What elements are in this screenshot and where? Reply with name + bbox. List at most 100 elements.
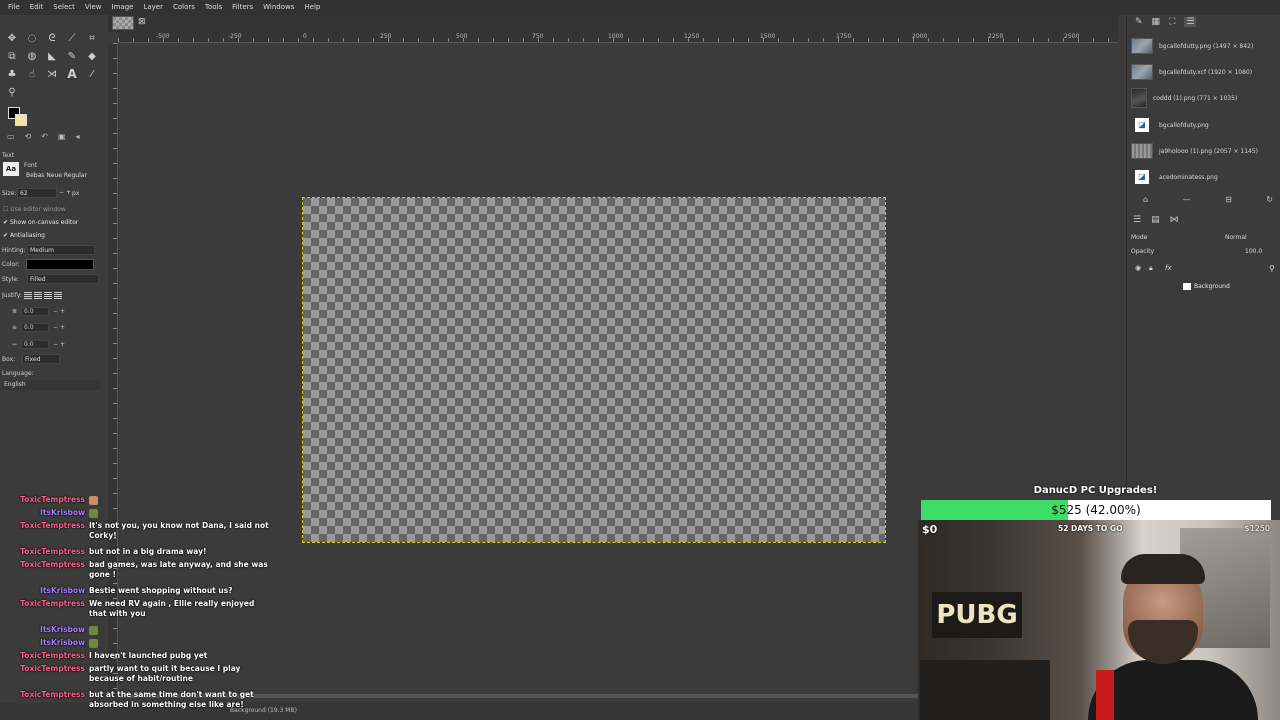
use-editor-checkbox[interactable]: ☐ Use editor window: [3, 206, 66, 213]
color-picker-icon[interactable]: ⁄: [83, 66, 101, 82]
document-item[interactable]: coddd (1).png (771 × 1035): [1131, 87, 1237, 109]
chat-username[interactable]: ToxicTemptress: [20, 495, 85, 505]
move-tool-icon[interactable]: ✥: [3, 30, 21, 46]
tool-options-tab-icon[interactable]: ▭: [7, 132, 15, 146]
clone-icon[interactable]: ♣: [3, 66, 21, 82]
indent-input[interactable]: 0.0: [21, 307, 50, 316]
indent-stepper[interactable]: − +: [53, 308, 65, 315]
layer-item[interactable]: Background: [1183, 283, 1230, 290]
menu-edit[interactable]: Edit: [25, 0, 49, 15]
justify-left-icon[interactable]: [24, 292, 32, 299]
menu-file[interactable]: File: [3, 0, 25, 15]
chat-username[interactable]: ToxicTemptress: [20, 521, 85, 531]
font-field[interactable]: Bebas Neue Regular: [24, 171, 100, 181]
chat-username[interactable]: ItsKrisbow: [40, 586, 85, 596]
paths-icon[interactable]: ⋊: [43, 66, 61, 82]
style-select[interactable]: Filled: [27, 274, 99, 284]
search-icon[interactable]: ⚲: [1269, 264, 1275, 273]
chat-username[interactable]: ItsKrisbow: [40, 508, 85, 518]
brush-tab-icon[interactable]: ✎: [1135, 17, 1143, 27]
document-item[interactable]: bgcallofdutty.png (1497 × 842): [1131, 35, 1253, 57]
device-status-tab-icon[interactable]: ⟲: [25, 132, 32, 146]
dock-top-tabs: ✎ ▦ ⛶ ☰: [1135, 17, 1197, 27]
justify-right-icon[interactable]: [34, 292, 42, 299]
size-unit[interactable]: px: [72, 190, 79, 197]
configure-tab-icon[interactable]: ◂: [76, 132, 80, 146]
image-tab-thumbnail[interactable]: [112, 16, 134, 30]
images-tab-icon[interactable]: ▣: [58, 132, 66, 146]
menu-view[interactable]: View: [80, 0, 107, 15]
menu-windows[interactable]: Windows: [258, 0, 299, 15]
ellipse-select-icon[interactable]: ◌: [23, 30, 41, 46]
text-tool-icon[interactable]: A: [63, 66, 81, 82]
zoom-icon[interactable]: ⚲: [3, 84, 21, 100]
size-stepper[interactable]: − +: [59, 189, 71, 196]
open-icon[interactable]: ⌂: [1143, 195, 1148, 204]
refresh-icon[interactable]: ↻: [1266, 195, 1273, 204]
chat-username[interactable]: ToxicTemptress: [20, 560, 85, 570]
document-item[interactable]: ◪ bgcallofduty.png: [1131, 114, 1209, 136]
fuzzy-select-icon[interactable]: ⟋: [63, 30, 81, 46]
documents-tab-icon[interactable]: ☰: [1184, 17, 1197, 27]
antialiasing-checkbox[interactable]: ✔ Antialiasing: [3, 232, 45, 239]
line-spacing-input[interactable]: 0.0: [21, 323, 50, 332]
chat-username[interactable]: ItsKrisbow: [40, 638, 85, 648]
horizontal-ruler[interactable]: -500 -250 0 250 500 750 1000 1250 1500 1750 2000 22…: [118, 32, 1118, 43]
chat-username[interactable]: ToxicTemptress: [20, 651, 85, 661]
fx-icon[interactable]: fx: [1165, 264, 1172, 272]
fonts-tab-icon[interactable]: ⛶: [1169, 17, 1175, 27]
menu-filters[interactable]: Filters: [227, 0, 258, 15]
show-canvas-editor-checkbox[interactable]: ✔ Show on-canvas editor: [3, 219, 78, 226]
opacity-input[interactable]: 100.0: [1245, 248, 1262, 255]
chat-username[interactable]: ToxicTemptress: [20, 664, 85, 674]
document-item[interactable]: ja9holooo (1).png (2057 × 1145): [1131, 140, 1258, 162]
image-canvas[interactable]: [302, 197, 886, 543]
lasso-icon[interactable]: ᘓ: [43, 30, 61, 46]
chat-username[interactable]: ToxicTemptress: [20, 547, 85, 557]
layers-tab-icon[interactable]: ☰: [1133, 215, 1141, 225]
emote-icon: [89, 509, 98, 518]
crop-icon[interactable]: ⌗: [83, 30, 101, 46]
smudge-icon[interactable]: ☝: [23, 66, 41, 82]
line-spacing-stepper[interactable]: − +: [53, 324, 65, 331]
channels-tab-icon[interactable]: ▤: [1151, 215, 1160, 225]
visibility-icon[interactable]: ◉: [1135, 264, 1141, 272]
paths-tab-icon[interactable]: ⋈: [1170, 215, 1179, 225]
letter-spacing-stepper[interactable]: − +: [53, 341, 65, 348]
menu-help[interactable]: Help: [299, 0, 325, 15]
mode-select[interactable]: Normal: [1225, 234, 1247, 241]
letter-spacing-input[interactable]: 0.0: [21, 340, 50, 349]
undo-history-tab-icon[interactable]: ↶: [41, 132, 48, 146]
warp-icon[interactable]: ◍: [23, 48, 41, 64]
chat-username[interactable]: ToxicTemptress: [20, 690, 85, 700]
lock-icon[interactable]: 🔒︎: [1149, 264, 1153, 273]
language-field[interactable]: English: [2, 380, 100, 390]
justify-center-icon[interactable]: [44, 292, 52, 299]
document-item[interactable]: ◪ acedominatess.png: [1131, 166, 1218, 188]
font-preview-icon[interactable]: Aa: [3, 162, 19, 176]
menu-layer[interactable]: Layer: [138, 0, 168, 15]
pattern-tab-icon[interactable]: ▦: [1152, 17, 1161, 27]
paintbrush-icon[interactable]: ✎: [63, 48, 81, 64]
menu-image[interactable]: Image: [107, 0, 139, 15]
image-file-icon: ◪: [1135, 170, 1149, 184]
justify-fill-icon[interactable]: [54, 292, 62, 299]
close-icon[interactable]: ⊠: [138, 17, 146, 27]
text-color-swatch[interactable]: [26, 259, 94, 270]
remove-icon[interactable]: —: [1183, 195, 1191, 204]
size-input[interactable]: 62: [17, 188, 57, 198]
chat-username[interactable]: ItsKrisbow: [40, 625, 85, 635]
menu-colors[interactable]: Colors: [168, 0, 200, 15]
background-color[interactable]: [15, 114, 27, 126]
print-icon[interactable]: ⊟: [1225, 195, 1232, 204]
transform-icon[interactable]: ⧉: [3, 48, 21, 64]
eraser-icon[interactable]: ◆: [83, 48, 101, 64]
chat-username[interactable]: ToxicTemptress: [20, 599, 85, 609]
fg-bg-colors[interactable]: [8, 107, 30, 129]
menu-select[interactable]: Select: [48, 0, 80, 15]
box-select[interactable]: Fixed: [22, 354, 60, 364]
document-item[interactable]: bgcallofduty.xcf (1920 × 1080): [1131, 61, 1252, 83]
bucket-fill-icon[interactable]: ◣: [43, 48, 61, 64]
hinting-select[interactable]: Medium: [27, 245, 95, 255]
menu-tools[interactable]: Tools: [200, 0, 227, 15]
